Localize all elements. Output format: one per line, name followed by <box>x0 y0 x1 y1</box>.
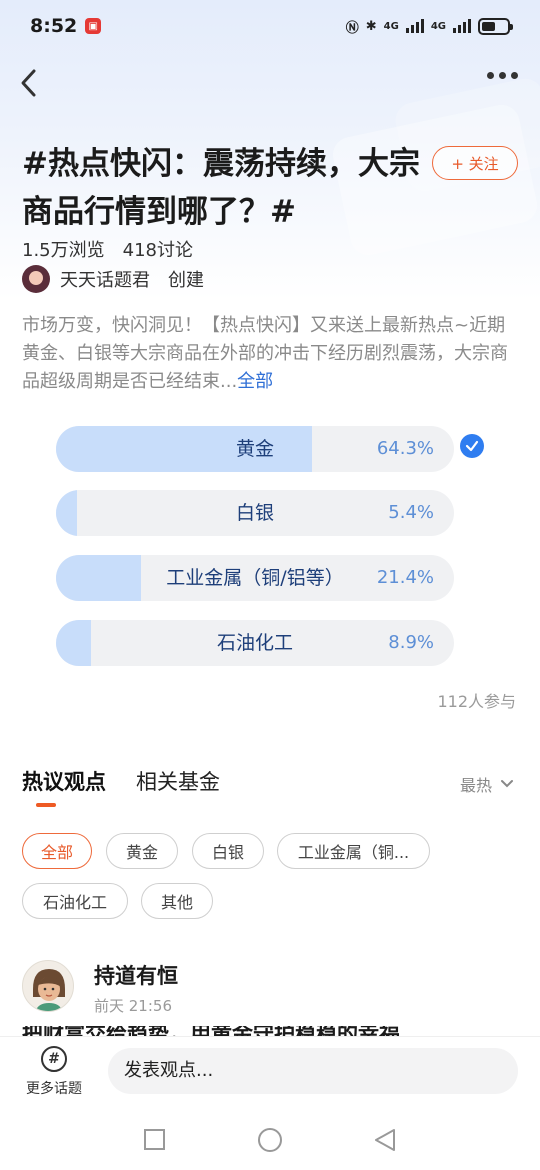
chevron-down-icon <box>501 780 513 788</box>
discussion-count: 418讨论 <box>122 240 193 261</box>
post-opinion-input[interactable]: 发表观点... <box>108 1048 518 1094</box>
network-label-2: 4G <box>430 20 446 32</box>
back-icon[interactable] <box>16 66 46 100</box>
home-icon <box>258 1128 282 1152</box>
filter-chip-all[interactable]: 全部 <box>22 833 92 869</box>
filter-chip-petrochemical[interactable]: 石油化工 <box>22 883 128 919</box>
description-expand-link[interactable]: 全部 <box>237 371 273 392</box>
more-options-icon[interactable] <box>487 72 518 79</box>
signal-icon <box>405 19 424 33</box>
topic-stats: 1.5万浏览 418讨论 <box>22 236 193 262</box>
participant-count: 112人参与 <box>437 692 516 711</box>
tab-hot-opinions[interactable]: 热议观点 <box>22 766 106 796</box>
poll-option-petrochemical[interactable]: 石油化工 8.9% <box>56 620 454 666</box>
filter-chip-silver[interactable]: 白银 <box>192 833 264 869</box>
view-count: 1.5万浏览 <box>22 240 105 261</box>
poll-option-industrial-metals[interactable]: 工业金属（铜/铝等） 21.4% <box>56 555 454 601</box>
signal-icon-2 <box>453 19 471 33</box>
back-nav-icon <box>375 1129 395 1151</box>
status-bar: 8:52 ▣ Ⓝ ✱ 4G 4G <box>0 0 540 52</box>
poll-option-gold[interactable]: 黄金 64.3% <box>56 426 454 472</box>
bluetooth-icon: ✱ <box>365 18 377 34</box>
filter-chip-industrial-metals[interactable]: 工业金属（铜... <box>277 833 430 869</box>
battery-icon <box>478 17 513 35</box>
filter-chip-other[interactable]: 其他 <box>141 883 213 919</box>
system-navigation-bar <box>0 1110 540 1170</box>
active-tab-indicator <box>36 803 56 807</box>
sort-dropdown[interactable]: 最热 <box>460 772 514 796</box>
selected-check-icon <box>460 434 484 458</box>
hashtag-icon: # <box>41 1046 67 1072</box>
creator-name[interactable]: 天天话题君 <box>60 266 150 292</box>
follow-button[interactable]: + 关注 <box>432 146 518 180</box>
creator-avatar[interactable] <box>22 265 50 293</box>
commenter-name[interactable]: 持道有恒 <box>94 960 178 990</box>
recent-apps-icon <box>144 1129 165 1150</box>
poll-option-percent: 8.9% <box>388 632 434 653</box>
nfc-icon: Ⓝ <box>345 20 359 36</box>
comment-time: 前天 21:56 <box>94 997 172 1015</box>
poll-option-percent: 21.4% <box>376 567 434 588</box>
status-icons: Ⓝ ✱ 4G 4G <box>345 17 513 36</box>
creator-role: 创建 <box>168 270 204 291</box>
sort-label: 最热 <box>459 776 492 795</box>
creator-info[interactable]: 天天话题君 创建 <box>22 264 204 294</box>
more-topics-label: 更多话题 <box>26 1081 82 1097</box>
status-time: 8:52 <box>30 15 78 37</box>
poll-option-percent: 64.3% <box>376 438 434 459</box>
topic-title: #热点快闪：震荡持续，大宗商品行情到哪了？# <box>22 146 420 230</box>
commenter-avatar[interactable] <box>22 960 74 1012</box>
topic-description: 市场万变，快闪洞见！【热点快闪】又来送上最新热点~近期黄金、白银等大宗商品在外部… <box>22 312 518 396</box>
poll-option-percent: 5.4% <box>388 502 434 523</box>
poll-option-silver[interactable]: 白银 5.4% <box>56 490 454 536</box>
filter-chip-gold[interactable]: 黄金 <box>106 833 178 869</box>
huawei-app-icon: ▣ <box>85 18 102 34</box>
tab-related-funds[interactable]: 相关基金 <box>136 766 220 796</box>
network-label-1: 4G <box>383 20 399 32</box>
more-topics-button[interactable]: # 更多话题 <box>18 1046 90 1098</box>
comment-tabs: 热议观点 相关基金 <box>22 766 220 796</box>
